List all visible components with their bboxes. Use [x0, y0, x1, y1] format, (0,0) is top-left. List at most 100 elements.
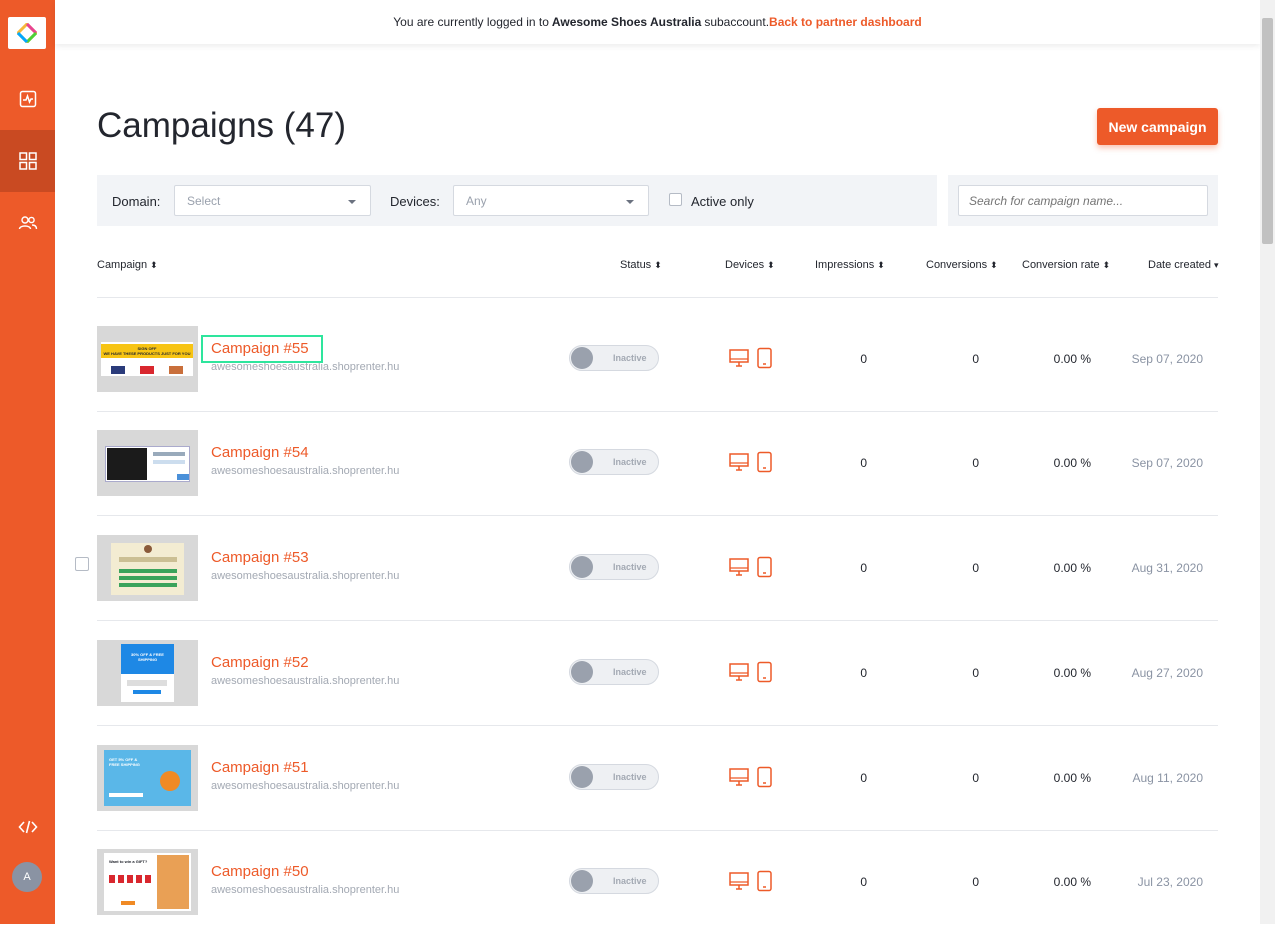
- table-row[interactable]: 30% OFF & FREE SHIPPING Campaign #52 aweso…: [0, 619, 1260, 724]
- sidebar-item-campaigns[interactable]: [0, 130, 55, 192]
- sort-icon: ⬍: [877, 260, 885, 270]
- impressions-value: 0: [860, 456, 867, 470]
- date-created-value: Aug 31, 2020: [1131, 561, 1203, 575]
- campaign-domain: awesomeshoesaustralia.shoprenter.hu: [211, 884, 400, 896]
- status-label: Inactive: [613, 562, 647, 572]
- col-header-conversions-label: Conversions: [926, 259, 988, 271]
- page-scrollbar[interactable]: [1260, 0, 1275, 924]
- campaign-thumbnail[interactable]: GET 5% OFF & FREE SHIPPING: [97, 745, 198, 811]
- sort-desc-icon: ▾: [1213, 260, 1219, 270]
- active-only-checkbox[interactable]: [669, 193, 682, 206]
- status-toggle[interactable]: Inactive: [569, 345, 659, 371]
- mobile-icon: [757, 766, 772, 788]
- table-row[interactable]: Campaign #53 awesomeshoesaustralia.shopre…: [0, 514, 1260, 619]
- campaign-domain: awesomeshoesaustralia.shoprenter.hu: [211, 570, 400, 582]
- conversions-value: 0: [972, 456, 979, 470]
- col-header-impressions-label: Impressions: [815, 259, 875, 271]
- conversion-rate-value: 0.00 %: [1053, 771, 1091, 785]
- campaign-thumbnail[interactable]: 30% OFF & FREE SHIPPING: [97, 640, 198, 706]
- campaign-name-link[interactable]: Campaign #50: [211, 863, 309, 880]
- col-header-devices[interactable]: Devices ⬍: [725, 259, 775, 271]
- col-header-date-created-label: Date created: [1148, 259, 1211, 271]
- status-toggle[interactable]: Inactive: [569, 554, 659, 580]
- devices-select[interactable]: Any: [453, 185, 649, 216]
- sidebar-item-users[interactable]: [0, 192, 55, 254]
- conversions-value: 0: [972, 771, 979, 785]
- impressions-value: 0: [860, 352, 867, 366]
- conversions-value: 0: [972, 561, 979, 575]
- date-created-value: Jul 23, 2020: [1137, 875, 1203, 889]
- col-header-conversions[interactable]: Conversions ⬍: [926, 259, 998, 271]
- sort-icon: ⬍: [767, 260, 775, 270]
- conversion-rate-value: 0.00 %: [1053, 561, 1091, 575]
- sidebar-item-analytics[interactable]: [0, 68, 55, 130]
- campaign-domain: awesomeshoesaustralia.shoprenter.hu: [211, 780, 400, 792]
- conversion-rate-value: 0.00 %: [1053, 875, 1091, 889]
- impressions-value: 0: [860, 771, 867, 785]
- campaign-thumbnail[interactable]: Want to win a GIFT?: [97, 849, 198, 915]
- users-icon: [18, 216, 37, 230]
- chevron-down-icon: [626, 200, 634, 204]
- mobile-icon: [757, 451, 772, 473]
- sort-icon: ⬍: [1102, 260, 1111, 270]
- domain-label: Domain:: [112, 194, 161, 209]
- table-row[interactable]: Want to win a GIFT? Campaign #50 awesomesh…: [0, 828, 1260, 933]
- scrollbar-thumb[interactable]: [1262, 18, 1273, 244]
- campaign-name-link[interactable]: Campaign #51: [211, 759, 309, 776]
- col-header-devices-label: Devices: [725, 259, 765, 271]
- status-label: Inactive: [613, 876, 647, 886]
- col-header-campaign[interactable]: Campaign ⬍: [97, 259, 158, 271]
- col-header-conversion-rate[interactable]: Conversion rate ⬍: [1022, 259, 1110, 271]
- date-created-value: Sep 07, 2020: [1131, 456, 1203, 470]
- toggle-knob: [571, 451, 593, 473]
- conversions-value: 0: [972, 352, 979, 366]
- status-toggle[interactable]: Inactive: [569, 659, 659, 685]
- sort-icon: ⬍: [990, 260, 998, 270]
- conversion-rate-value: 0.00 %: [1053, 456, 1091, 470]
- row-select-checkbox[interactable]: [75, 557, 89, 571]
- app-logo[interactable]: [8, 17, 46, 49]
- sort-icon: ⬍: [150, 260, 158, 270]
- status-toggle[interactable]: Inactive: [569, 868, 659, 894]
- table-row[interactable]: Campaign #54 awesomeshoesaustralia.shopre…: [0, 409, 1260, 514]
- status-toggle[interactable]: Inactive: [569, 449, 659, 475]
- col-header-campaign-label: Campaign: [97, 259, 148, 271]
- campaign-name-link[interactable]: Campaign #52: [211, 654, 309, 671]
- desktop-icon: [729, 558, 749, 576]
- desktop-icon: [729, 663, 749, 681]
- campaign-name-link[interactable]: Campaign #54: [211, 444, 309, 461]
- thumbnail-text: WE HAVE THESE PRODUCTS JUST FOR YOU: [103, 351, 191, 356]
- header-divider: [97, 297, 1218, 298]
- toggle-knob: [571, 766, 593, 788]
- thumbnail-text: GET 5% OFF & FREE SHIPPING: [109, 757, 140, 767]
- back-to-partner-link[interactable]: Back to partner dashboard: [769, 15, 922, 29]
- domain-select-value: Select: [187, 194, 221, 208]
- table-row[interactable]: GET 5% OFF & FREE SHIPPING Campaign #51 aw…: [0, 724, 1260, 829]
- focus-highlight: [201, 335, 323, 363]
- desktop-icon: [729, 453, 749, 471]
- campaign-domain: awesomeshoesaustralia.shoprenter.hu: [211, 465, 400, 477]
- mobile-icon: [757, 661, 772, 683]
- mobile-icon: [757, 347, 772, 369]
- campaign-thumbnail[interactable]: [97, 535, 198, 601]
- domain-select[interactable]: Select: [174, 185, 371, 216]
- col-header-date-created[interactable]: Date created ▾: [1148, 259, 1219, 271]
- sort-icon: ⬍: [654, 260, 662, 270]
- campaign-domain: awesomeshoesaustralia.shoprenter.hu: [211, 675, 400, 687]
- date-created-value: Sep 07, 2020: [1131, 352, 1203, 366]
- col-header-status-label: Status: [620, 259, 652, 271]
- campaign-name-link[interactable]: Campaign #53: [211, 549, 309, 566]
- col-header-impressions[interactable]: Impressions ⬍: [815, 259, 885, 271]
- devices-label: Devices:: [390, 194, 440, 209]
- campaign-thumbnail[interactable]: [97, 430, 198, 496]
- new-campaign-button[interactable]: New campaign: [1097, 108, 1218, 145]
- active-only-label[interactable]: Active only: [691, 194, 754, 209]
- campaign-search-input[interactable]: [958, 185, 1208, 216]
- thumbnail-text: 30% OFF & FREE SHIPPING: [131, 652, 164, 662]
- table-row[interactable]: SIGN OFF WE HAVE THESE PRODUCTS JUST FOR …: [0, 305, 1260, 410]
- campaign-thumbnail[interactable]: SIGN OFF WE HAVE THESE PRODUCTS JUST FOR …: [97, 326, 198, 392]
- toggle-knob: [571, 556, 593, 578]
- status-toggle[interactable]: Inactive: [569, 764, 659, 790]
- toggle-knob: [571, 347, 593, 369]
- col-header-status[interactable]: Status ⬍: [620, 259, 662, 271]
